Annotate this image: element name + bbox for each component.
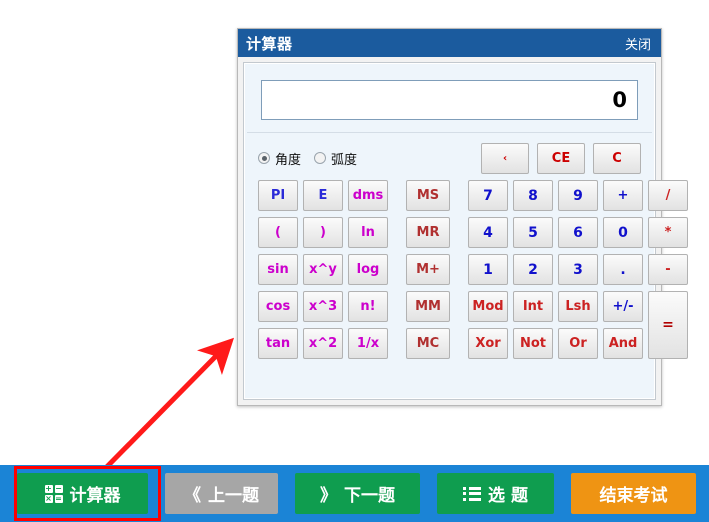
key-log[interactable]: log — [348, 254, 388, 285]
toolbar-prev-question-button[interactable]: 《 上一题 — [165, 473, 278, 514]
calculator-icon: + − × = — [44, 483, 63, 503]
clear-entry-button[interactable]: CE — [537, 142, 585, 174]
key-MR[interactable]: MR — [406, 217, 450, 248]
key-6[interactable]: 6 — [558, 217, 598, 248]
toolbar-prev-label: 上一题 — [208, 486, 259, 506]
key-ln[interactable]: ln — [348, 217, 388, 248]
key-cos[interactable]: cos — [258, 291, 298, 322]
backspace-button[interactable]: ‹ — [481, 142, 529, 174]
radio-radians[interactable]: 弧度 — [314, 149, 357, 168]
key-Xor[interactable]: Xor — [468, 328, 508, 359]
keypad-spacer — [393, 180, 401, 211]
keypad-spacer — [455, 291, 463, 322]
key-3[interactable]: 3 — [558, 254, 598, 285]
key-8[interactable]: 8 — [513, 180, 553, 211]
display-divider — [247, 132, 652, 133]
key-MS[interactable]: MS — [406, 180, 450, 211]
toolbar-calculator-label: 计算器 — [69, 486, 121, 506]
key-And[interactable]: And — [603, 328, 643, 359]
key-Int[interactable]: Int — [513, 291, 553, 322]
key-1/x[interactable]: 1/x — [348, 328, 388, 359]
calculator-body: 0 角度 弧度 ‹ CE C PI Edms MS 7 8 9 + / () ln MR 4 5 6 — [247, 66, 688, 396]
chevron-left-icon: 《 — [184, 486, 201, 506]
keypad-spacer — [393, 217, 401, 248]
keypad: PI Edms MS 7 8 9 + / () ln MR 4 5 6 0 * sin x^y log M+ 1 2 3. -… — [258, 180, 688, 359]
keypad-spacer — [455, 254, 463, 285]
key-MC[interactable]: MC — [406, 328, 450, 359]
radio-degrees[interactable]: 角度 — [258, 149, 301, 168]
display-input[interactable]: 0 — [261, 80, 638, 120]
calculator-icon-plus: + — [44, 483, 53, 493]
keypad-spacer — [393, 254, 401, 285]
close-button[interactable]: 关闭 — [625, 34, 651, 53]
calculator-frame: 0 角度 弧度 ‹ CE C PI Edms MS 7 8 9 + / () ln MR 4 5 6 — [243, 62, 688, 400]
clear-button-group: ‹ CE C — [481, 142, 641, 174]
display-area: 0 — [258, 76, 641, 132]
radio-radians-label: 弧度 — [331, 152, 358, 168]
clear-button[interactable]: C — [593, 142, 641, 174]
key-2[interactable]: 2 — [513, 254, 553, 285]
keypad-spacer — [393, 291, 401, 322]
key-+/-[interactable]: +/- — [603, 291, 643, 322]
key-Or[interactable]: Or — [558, 328, 598, 359]
key-E[interactable]: E — [303, 180, 343, 211]
key-dms[interactable]: dms — [348, 180, 388, 211]
key--[interactable]: - — [648, 254, 688, 285]
toolbar-select-question-button[interactable]: 选 题 — [437, 473, 554, 514]
key-sin[interactable]: sin — [258, 254, 298, 285]
key-5[interactable]: 5 — [513, 217, 553, 248]
key-MM[interactable]: MM — [406, 291, 450, 322]
toolbar-calculator-button[interactable]: + − × = 计算器 — [17, 473, 148, 514]
bottom-toolbar: + − × = 计算器 《 上一题 》 下一题 选 题 结束考试 — [0, 465, 709, 522]
key-n![interactable]: n! — [348, 291, 388, 322]
key-Lsh[interactable]: Lsh — [558, 291, 598, 322]
key-)[interactable]: ) — [303, 217, 343, 248]
key-equals[interactable]: = — [648, 291, 688, 359]
list-icon — [463, 486, 482, 501]
calculator-titlebar: 计算器 关闭 — [238, 29, 661, 57]
key-tan[interactable]: tan — [258, 328, 298, 359]
calculator-window: 计算器 关闭 0 角度 弧度 ‹ CE C PI E dms MS 7 8 9 … — [237, 28, 688, 406]
keypad-spacer — [455, 180, 463, 211]
mode-row: 角度 弧度 ‹ CE C — [258, 142, 641, 174]
key-x^2[interactable]: x^2 — [303, 328, 343, 359]
key-+[interactable]: + — [603, 180, 643, 211]
key-7[interactable]: 7 — [468, 180, 508, 211]
key-x^3[interactable]: x^3 — [303, 291, 343, 322]
calculator-icon-equals: = — [54, 493, 63, 503]
radio-degrees-label: 角度 — [275, 152, 302, 168]
keypad-spacer — [455, 217, 463, 248]
keypad-spacer — [455, 328, 463, 359]
key-Mod[interactable]: Mod — [468, 291, 508, 322]
calculator-title: 计算器 — [246, 34, 293, 53]
radio-radians-dot-icon — [314, 152, 327, 164]
key-x^y[interactable]: x^y — [303, 254, 343, 285]
key-/[interactable]: / — [648, 180, 688, 211]
toolbar-next-question-button[interactable]: 》 下一题 — [295, 473, 420, 514]
key-([interactable]: ( — [258, 217, 298, 248]
toolbar-select-label: 选 题 — [488, 486, 528, 506]
chevron-right-icon: 》 — [320, 486, 337, 506]
key-9[interactable]: 9 — [558, 180, 598, 211]
radio-degrees-dot-icon — [258, 152, 270, 164]
key-4[interactable]: 4 — [468, 217, 508, 248]
calculator-icon-minus: − — [54, 483, 63, 493]
toolbar-finish-exam-button[interactable]: 结束考试 — [571, 473, 696, 514]
key-.[interactable]: . — [603, 254, 643, 285]
toolbar-next-label: 下一题 — [344, 486, 395, 506]
key-1[interactable]: 1 — [468, 254, 508, 285]
key-Not[interactable]: Not — [513, 328, 553, 359]
key-*[interactable]: * — [648, 217, 688, 248]
key-PI[interactable]: PI — [258, 180, 298, 211]
calculator-icon-times: × — [44, 493, 53, 503]
key-0[interactable]: 0 — [603, 217, 643, 248]
keypad-spacer — [393, 328, 401, 359]
toolbar-finish-label: 结束考试 — [599, 486, 668, 506]
key-M+[interactable]: M+ — [406, 254, 450, 285]
